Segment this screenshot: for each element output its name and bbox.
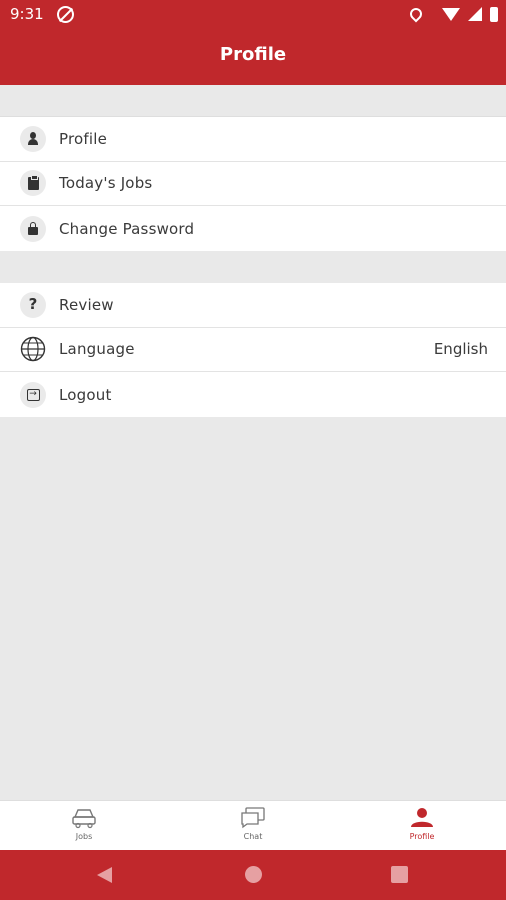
menu-item-profile[interactable]: Profile — [0, 117, 506, 162]
tab-jobs[interactable]: Jobs — [0, 801, 168, 851]
menu-item-label: Logout — [59, 385, 112, 404]
sync-off-icon — [57, 6, 74, 23]
home-icon[interactable] — [245, 866, 262, 883]
chat-icon — [241, 807, 265, 829]
recent-apps-icon[interactable] — [391, 866, 408, 883]
logout-icon: → — [20, 381, 46, 408]
menu-item-label: Today's Jobs — [59, 174, 153, 193]
menu-item-label: Review — [59, 295, 114, 314]
menu-item-review[interactable]: ? Review — [0, 283, 506, 328]
wifi-icon — [442, 7, 460, 21]
tab-label: Profile — [409, 832, 435, 841]
app-header: 9:31 Profile — [0, 0, 506, 85]
tab-label: Jobs — [75, 832, 93, 841]
lock-icon — [20, 215, 46, 242]
clipboard-icon — [20, 170, 46, 197]
status-icons — [407, 5, 498, 23]
status-bar: 9:31 — [0, 0, 506, 28]
person-icon — [411, 808, 433, 827]
back-icon[interactable] — [97, 867, 112, 883]
globe-icon — [20, 337, 46, 362]
menu-item-label: Profile — [59, 129, 108, 148]
menu-item-language[interactable]: Language English — [0, 328, 506, 373]
system-navigation-bar — [0, 850, 506, 900]
bottom-navigation: Jobs Chat Profile — [0, 800, 506, 850]
battery-icon — [490, 6, 498, 22]
signal-icon — [468, 7, 482, 21]
menu-item-change-password[interactable]: Change Password — [0, 206, 506, 251]
location-icon — [407, 5, 425, 23]
menu-item-todays-jobs[interactable]: Today's Jobs — [0, 162, 506, 207]
menu-group-account: Profile Today's Jobs Change Password — [0, 116, 506, 251]
menu-item-label: Change Password — [59, 219, 195, 238]
car-icon — [72, 809, 96, 829]
menu-item-logout[interactable]: → Logout — [0, 372, 506, 417]
tab-profile[interactable]: Profile — [338, 801, 506, 851]
language-value: English — [433, 340, 488, 359]
menu-group-settings: ? Review Language English → Logout — [0, 283, 506, 417]
question-icon: ? — [20, 291, 46, 318]
status-time: 9:31 — [10, 5, 44, 23]
tab-chat[interactable]: Chat — [169, 801, 337, 851]
person-icon — [20, 125, 46, 152]
menu-item-label: Language — [59, 340, 135, 359]
page-title: Profile — [219, 44, 287, 65]
tab-label: Chat — [243, 832, 263, 841]
